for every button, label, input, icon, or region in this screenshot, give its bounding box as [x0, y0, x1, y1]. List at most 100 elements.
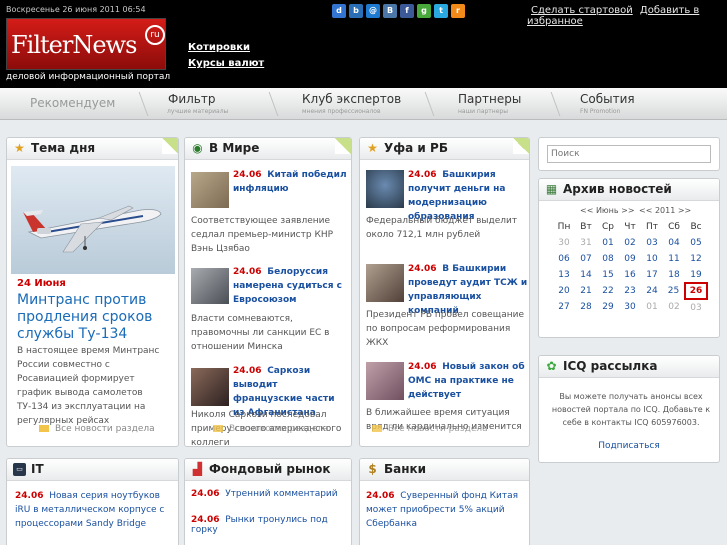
monitor-icon: ▭	[13, 463, 26, 476]
panel-header: ▟ Фондовый рынок	[185, 459, 351, 481]
calendar-day[interactable]: 25	[663, 283, 685, 299]
news-item-headline[interactable]: 24.06 Белоруссия намерена судиться с Евр…	[233, 265, 349, 307]
nav-item-events[interactable]: События FN Promotion	[558, 88, 727, 120]
calendar-grid: Пн Вт Ср Чт Пт Сб Вс 30 31 01 02 03 04 05 06 07 08 09 10 11…	[553, 219, 708, 315]
nav-item-experts[interactable]: Клуб экспертов мнения профессионалов	[276, 88, 426, 120]
calendar-day[interactable]: 27	[553, 299, 575, 315]
calendar-day[interactable]: 03	[685, 299, 707, 315]
panel-title: В Мире	[209, 141, 260, 155]
star-icon: ★	[367, 141, 378, 155]
calendar-day[interactable]: 05	[685, 235, 707, 251]
calendar-day[interactable]: 30	[553, 235, 575, 251]
calendar-day[interactable]: 01	[597, 235, 619, 251]
nav-item-filter[interactable]: Фильтр лучшие материалы	[145, 88, 270, 120]
subscribe-link[interactable]: Подписаться	[539, 441, 719, 451]
facebook-icon[interactable]: f	[400, 4, 414, 18]
calendar-day[interactable]: 13	[553, 267, 575, 283]
news-item-headline[interactable]: 24.06 Суверенный фонд Китая может приобр…	[366, 489, 526, 531]
news-thumbnail[interactable]	[191, 268, 229, 304]
calendar-day[interactable]: 18	[663, 267, 685, 283]
calendar-day[interactable]: 15	[597, 267, 619, 283]
news-thumbnail[interactable]	[191, 172, 229, 208]
panel-tema-dnya: ★ Тема дня 24 Июня Минтранс против продл…	[6, 137, 179, 447]
calendar-day[interactable]: 16	[619, 267, 641, 283]
news-item-headline[interactable]: 24.06 Китай победил инфляцию	[233, 168, 349, 196]
panel-ufa: ★ Уфа и РБ 24.06 Башкирия получит деньги…	[359, 137, 530, 447]
news-thumbnail[interactable]	[366, 264, 404, 302]
panel-header: ★ Уфа и РБ	[360, 138, 529, 160]
calendar-day[interactable]: 28	[575, 299, 597, 315]
calendar-day[interactable]: 04	[663, 235, 685, 251]
calendar-day[interactable]: 31	[575, 235, 597, 251]
all-news-link[interactable]: Все новости раздела	[213, 424, 329, 434]
search-input[interactable]	[547, 145, 711, 163]
news-thumbnail[interactable]	[366, 170, 404, 208]
airplane-photo[interactable]	[11, 166, 175, 274]
panel-title: ICQ рассылка	[563, 359, 658, 373]
news-item-text: Федеральный бюджет выделит около 712,1 м…	[366, 216, 518, 240]
share-icons: d b @ Bf g t r	[332, 4, 465, 18]
panel-title: Тема дня	[31, 141, 96, 155]
calendar-day[interactable]: 30	[619, 299, 641, 315]
calendar-day[interactable]: 06	[553, 251, 575, 267]
news-item-text: Власти сомневаются, правомочны ли санкци…	[191, 314, 330, 352]
weekday-label: Чт	[624, 222, 636, 232]
currency-link[interactable]: Курсы валют	[188, 58, 264, 69]
calendar-day[interactable]: 24	[641, 283, 663, 299]
calendar-day[interactable]: 14	[575, 267, 597, 283]
nav-item-recommend[interactable]: Рекомендуем	[0, 88, 140, 120]
calendar-day[interactable]: 12	[685, 251, 707, 267]
google-icon[interactable]: g	[417, 4, 431, 18]
all-news-link[interactable]: Все новости раздела	[39, 424, 155, 434]
calendar-day[interactable]: 03	[641, 235, 663, 251]
nav-subtitle: FN Promotion	[580, 108, 621, 115]
calendar-day[interactable]: 23	[619, 283, 641, 299]
calendar-day[interactable]: 21	[575, 283, 597, 299]
globe-icon: ◉	[192, 141, 203, 155]
month-selector[interactable]: << Июнь >>	[580, 206, 635, 215]
calendar-day[interactable]: 29	[597, 299, 619, 315]
bookmark-icon[interactable]: b	[349, 4, 363, 18]
nav-subtitle: лучшие материалы	[167, 108, 229, 115]
all-news-link[interactable]: Все новости раздела	[372, 424, 488, 434]
chart-icon: ▟	[192, 462, 203, 476]
news-item-headline[interactable]: 24.06 Новая серия ноутбуков iRU в металл…	[15, 489, 175, 531]
calendar-day[interactable]: 20	[553, 283, 575, 299]
quotes-link[interactable]: Котировки	[188, 42, 264, 53]
weekday-label: Ср	[602, 222, 614, 232]
calendar-day[interactable]: 07	[575, 251, 597, 267]
news-item-headline[interactable]: 24.06 Утренний комментарий	[191, 489, 338, 499]
calendar-day[interactable]: 11	[663, 251, 685, 267]
tema-title[interactable]: Минтранс против продления сроков службы …	[17, 292, 175, 343]
calendar-day[interactable]: 08	[597, 251, 619, 267]
calendar-day[interactable]: 19	[685, 267, 707, 283]
site-logo[interactable]: FilterNews ru	[6, 18, 166, 70]
news-thumbnail[interactable]	[191, 368, 229, 406]
twitter-icon[interactable]: t	[434, 4, 448, 18]
news-thumbnail[interactable]	[366, 362, 404, 400]
delicious-icon[interactable]: d	[332, 4, 346, 18]
calendar-day[interactable]: 10	[641, 251, 663, 267]
vkontakte-icon[interactable]: B	[383, 4, 397, 18]
logo-badge: ru	[145, 25, 165, 45]
panel-header: $ Банки	[360, 459, 529, 481]
panel-title: Уфа и РБ	[384, 141, 448, 155]
nav-item-partners[interactable]: Партнеры наши партнеры	[432, 88, 552, 120]
main-nav: Рекомендуем Фильтр лучшие материалы Клуб…	[0, 88, 727, 120]
year-selector[interactable]: << 2011 >>	[639, 206, 691, 215]
calendar-day[interactable]: 22	[597, 283, 619, 299]
panel-stock: ▟ Фондовый рынок 24.06 Утренний коммента…	[184, 458, 352, 545]
make-home-link[interactable]: Сделать стартовой	[531, 5, 633, 16]
news-item-headline[interactable]: 24.06 Новый закон об ОМС на практике не …	[408, 360, 528, 402]
panel-header: ◉ В Мире	[185, 138, 351, 160]
calendar-day[interactable]: 09	[619, 251, 641, 267]
rss-icon[interactable]: r	[451, 4, 465, 18]
news-item-headline[interactable]: 24.06 Рынки тронулись под горку	[191, 515, 351, 535]
tema-text: В настоящее время Минтранс России совмес…	[17, 346, 160, 426]
calendar-day[interactable]: 02	[619, 235, 641, 251]
mail-icon[interactable]: @	[366, 4, 380, 18]
calendar-day[interactable]: 01	[641, 299, 663, 315]
calendar-day[interactable]: 02	[663, 299, 685, 315]
calendar-day[interactable]: 17	[641, 267, 663, 283]
calendar-day[interactable]: 26	[684, 282, 708, 300]
